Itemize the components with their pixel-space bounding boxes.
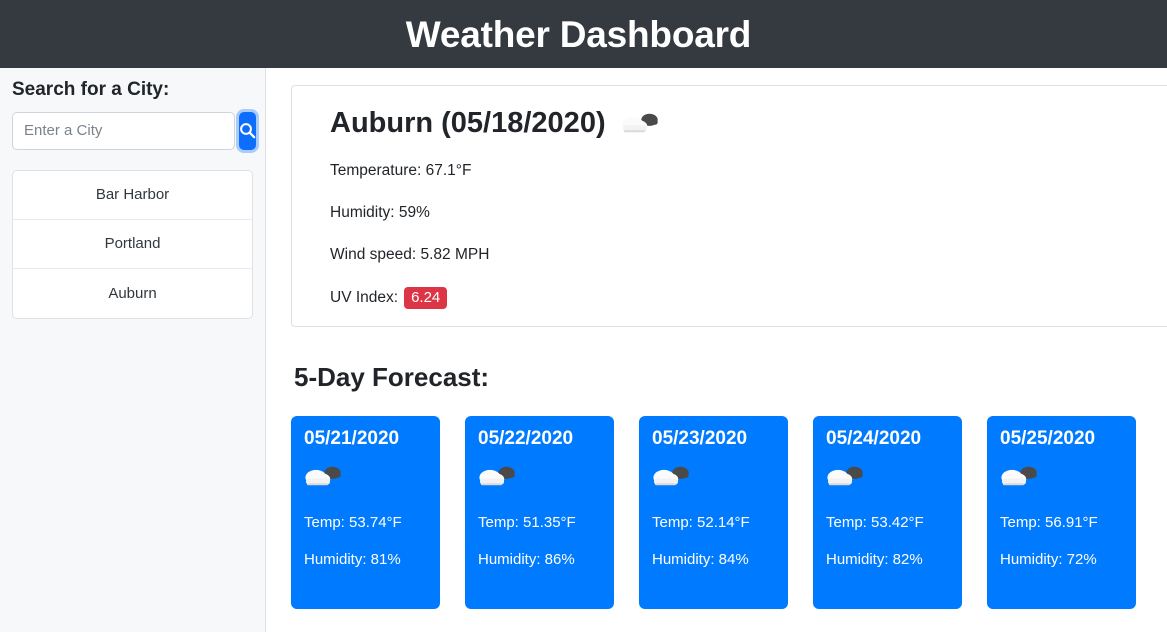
app-header: Weather Dashboard <box>0 0 1167 68</box>
current-city-and-date: Auburn (05/18/2020) <box>330 107 606 139</box>
sidebar: Search for a City: Bar Harbor Portland <box>0 68 266 632</box>
forecast-humidity: Humidity: 84% <box>652 551 749 569</box>
city-list-item[interactable]: Auburn <box>13 269 252 318</box>
forecast-heading: 5-Day Forecast: <box>294 362 490 393</box>
forecast-card: 05/22/2020 Temp: 51.35°F Humidity: 86% <box>465 416 614 610</box>
current-temperature: Temperature: 67.1°F <box>330 162 472 180</box>
broken-clouds-icon <box>304 463 440 496</box>
page-title: Weather Dashboard <box>405 13 752 55</box>
forecast-humidity: Humidity: 81% <box>304 551 401 569</box>
city-list-item[interactable]: Portland <box>13 220 252 269</box>
broken-clouds-icon <box>1000 463 1136 496</box>
current-uv-index-row: UV Index: 6.24 <box>330 287 1167 310</box>
search-icon <box>239 122 256 139</box>
forecast-date: 05/25/2020 <box>1000 428 1096 450</box>
city-name: Bar Harbor <box>95 186 170 204</box>
forecast-card: 05/21/2020 Temp: 53.74°F Humidity: 81% <box>291 416 440 610</box>
forecast-card: 05/25/2020 Temp: 56.91°F Humidity: 72% <box>987 416 1136 610</box>
forecast-date: 05/23/2020 <box>652 428 748 450</box>
search-form <box>12 111 256 150</box>
broken-clouds-icon <box>478 463 614 496</box>
forecast-date: 05/24/2020 <box>826 428 922 450</box>
page-layout: Search for a City: Bar Harbor Portland <box>0 68 1167 632</box>
current-weather-title-row: Auburn (05/18/2020) <box>330 107 1167 140</box>
current-humidity: Humidity: 59% <box>330 203 430 221</box>
forecast-temperature: Temp: 53.42°F <box>826 514 924 532</box>
current-weather-card: Auburn (05/18/2020) Temperature: 67.1°F … <box>291 85 1167 328</box>
forecast-card: 05/24/2020 Temp: 53.42°F Humidity: 82% <box>813 416 962 610</box>
forecast-temperature: Temp: 53.74°F <box>304 514 402 532</box>
current-wind-speed: Wind speed: 5.82 MPH <box>330 245 490 263</box>
forecast-humidity: Humidity: 72% <box>1000 551 1097 569</box>
forecast-card: 05/23/2020 Temp: 52.14°F Humidity: 84% <box>639 416 788 610</box>
broken-clouds-icon <box>652 463 788 496</box>
forecast-date: 05/21/2020 <box>304 428 400 450</box>
uv-index-label: UV Index: <box>330 288 399 306</box>
search-button[interactable] <box>239 111 256 150</box>
main-content: Auburn (05/18/2020) Temperature: 67.1°F … <box>266 68 1167 632</box>
forecast-temperature: Temp: 52.14°F <box>652 514 750 532</box>
forecast-card-row: 05/21/2020 Temp: 53.74°F Humidity: 81% 0… <box>291 416 1167 610</box>
city-history-list: Bar Harbor Portland Auburn <box>12 169 253 319</box>
forecast-humidity: Humidity: 86% <box>478 551 575 569</box>
broken-clouds-icon <box>621 110 661 138</box>
city-list-item[interactable]: Bar Harbor <box>13 171 252 220</box>
city-name: Portland <box>104 235 161 253</box>
broken-clouds-icon <box>826 463 962 496</box>
forecast-humidity: Humidity: 82% <box>826 551 923 569</box>
uv-index-badge: 6.24 <box>404 287 448 310</box>
forecast-temperature: Temp: 51.35°F <box>478 514 576 532</box>
search-input[interactable] <box>12 111 235 150</box>
search-section-heading: Search for a City: <box>12 79 170 100</box>
forecast-date: 05/22/2020 <box>478 428 574 450</box>
forecast-temperature: Temp: 56.91°F <box>1000 514 1098 532</box>
city-name: Auburn <box>108 284 157 302</box>
